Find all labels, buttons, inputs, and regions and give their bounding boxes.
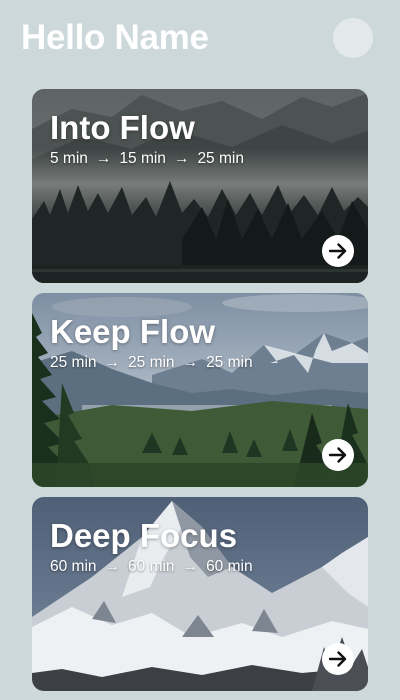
arrow-right-icon: → (173, 150, 190, 167)
interval-2: 25 min (128, 354, 175, 371)
session-schedule: 5 min → 15 min → 25 min (50, 149, 244, 169)
arrow-right-icon: → (104, 558, 121, 575)
start-into-flow-button[interactable] (322, 235, 354, 267)
session-title: Deep Focus (50, 517, 238, 554)
interval-1: 5 min (50, 150, 88, 167)
arrow-right-icon: → (182, 558, 199, 575)
interval-1: 60 min (50, 558, 97, 575)
session-card-deep-focus[interactable]: Deep Focus 60 min → 60 min → 60 min (32, 497, 368, 691)
session-title: Into Flow (50, 109, 195, 146)
session-schedule: 25 min → 25 min → 25 min (50, 353, 253, 373)
arrow-right-circle-icon (328, 651, 347, 667)
session-card-keep-flow[interactable]: Keep Flow 25 min → 25 min → 25 min (32, 293, 368, 487)
arrow-right-circle-icon (328, 447, 347, 463)
session-card-into-flow[interactable]: Into Flow 5 min → 15 min → 25 min (32, 89, 368, 283)
interval-1: 25 min (50, 354, 97, 371)
app-header: Hello Name (0, 0, 400, 80)
greeting-title: Hello Name (21, 18, 209, 57)
arrow-right-circle-icon (328, 243, 347, 259)
arrow-right-icon: → (95, 150, 112, 167)
arrow-right-icon: → (182, 354, 199, 371)
interval-3: 25 min (206, 354, 253, 371)
interval-2: 15 min (119, 150, 166, 167)
session-schedule: 60 min → 60 min → 60 min (50, 557, 253, 577)
start-deep-focus-button[interactable] (322, 643, 354, 675)
avatar[interactable] (333, 18, 373, 58)
start-keep-flow-button[interactable] (322, 439, 354, 471)
arrow-right-icon: → (104, 354, 121, 371)
interval-2: 60 min (128, 558, 175, 575)
session-title: Keep Flow (50, 313, 216, 350)
interval-3: 60 min (206, 558, 253, 575)
interval-3: 25 min (197, 150, 244, 167)
